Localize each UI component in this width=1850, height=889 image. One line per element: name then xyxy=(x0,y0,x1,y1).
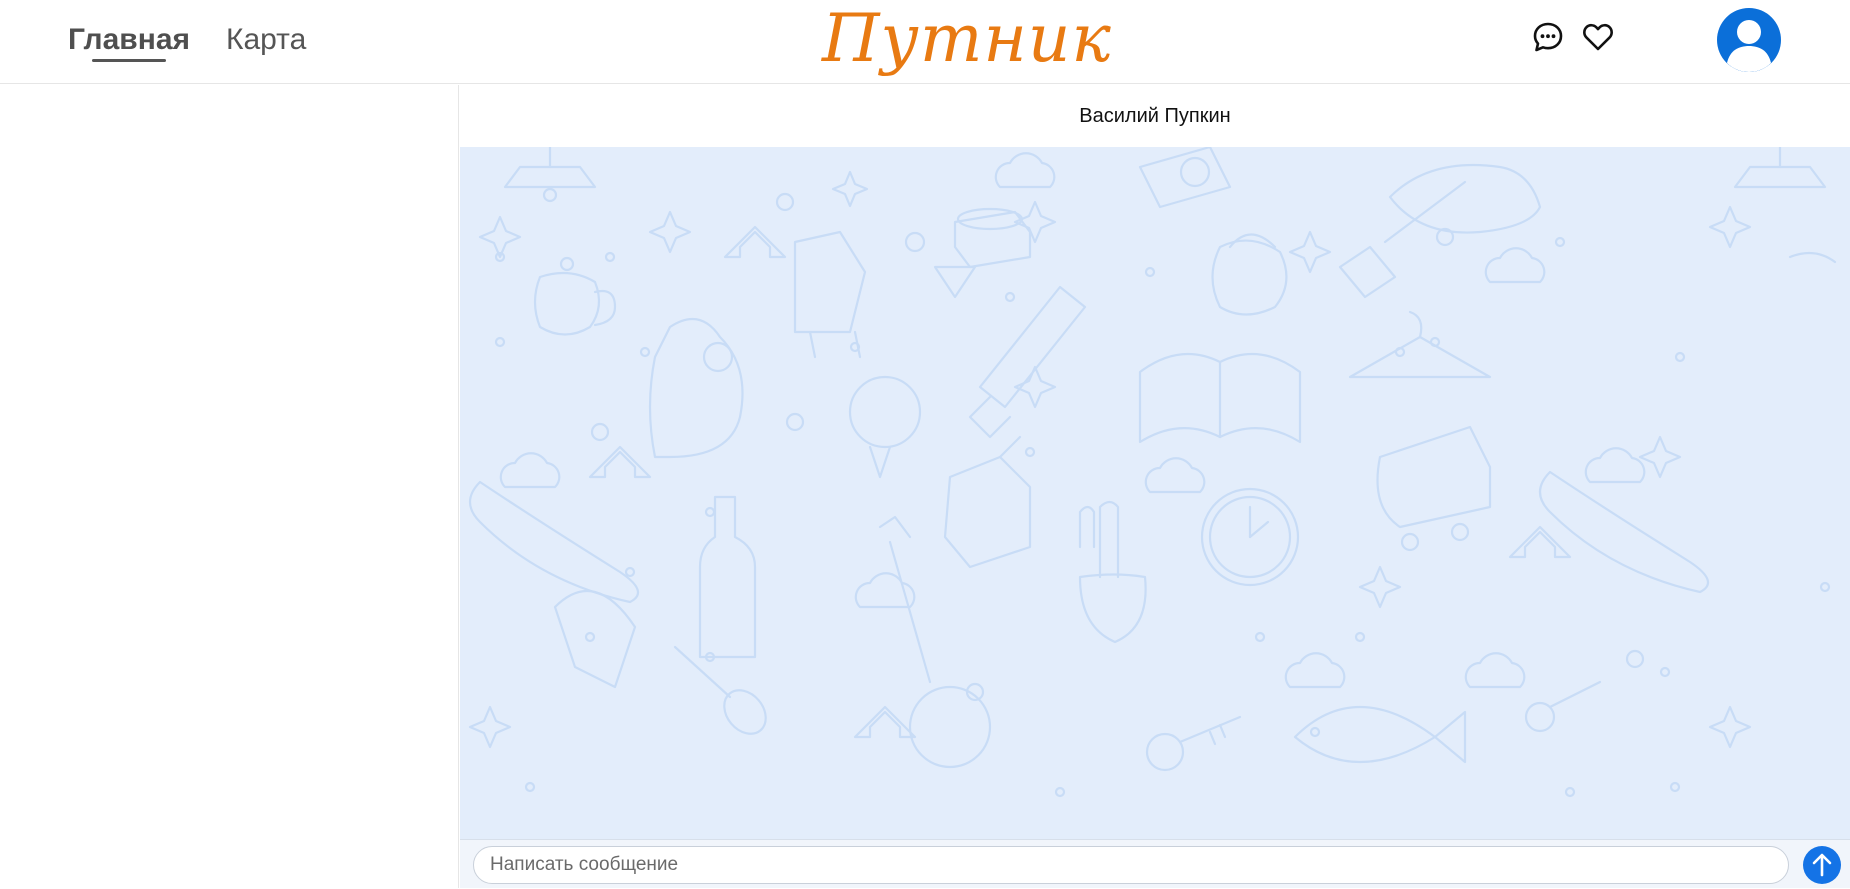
arrow-up-icon xyxy=(1812,853,1832,877)
user-avatar-icon[interactable] xyxy=(1717,8,1781,72)
conversations-panel xyxy=(0,85,459,888)
chat-bubble-icon[interactable] xyxy=(1531,20,1565,54)
doodle-wallpaper xyxy=(468,147,1837,798)
heart-icon[interactable] xyxy=(1581,20,1615,54)
send-button[interactable] xyxy=(1803,846,1841,884)
message-input[interactable] xyxy=(473,846,1789,884)
chat-messages-area[interactable] xyxy=(460,147,1850,839)
message-composer xyxy=(460,839,1850,888)
logo[interactable]: Путник xyxy=(822,0,1112,84)
nav-map-link[interactable]: Карта xyxy=(226,22,306,58)
active-nav-underline xyxy=(92,59,166,62)
top-header: Главная Карта Путник xyxy=(0,0,1850,84)
nav-home-link[interactable]: Главная xyxy=(68,22,190,58)
chat-contact-name: Василий Пупкин xyxy=(460,85,1850,147)
